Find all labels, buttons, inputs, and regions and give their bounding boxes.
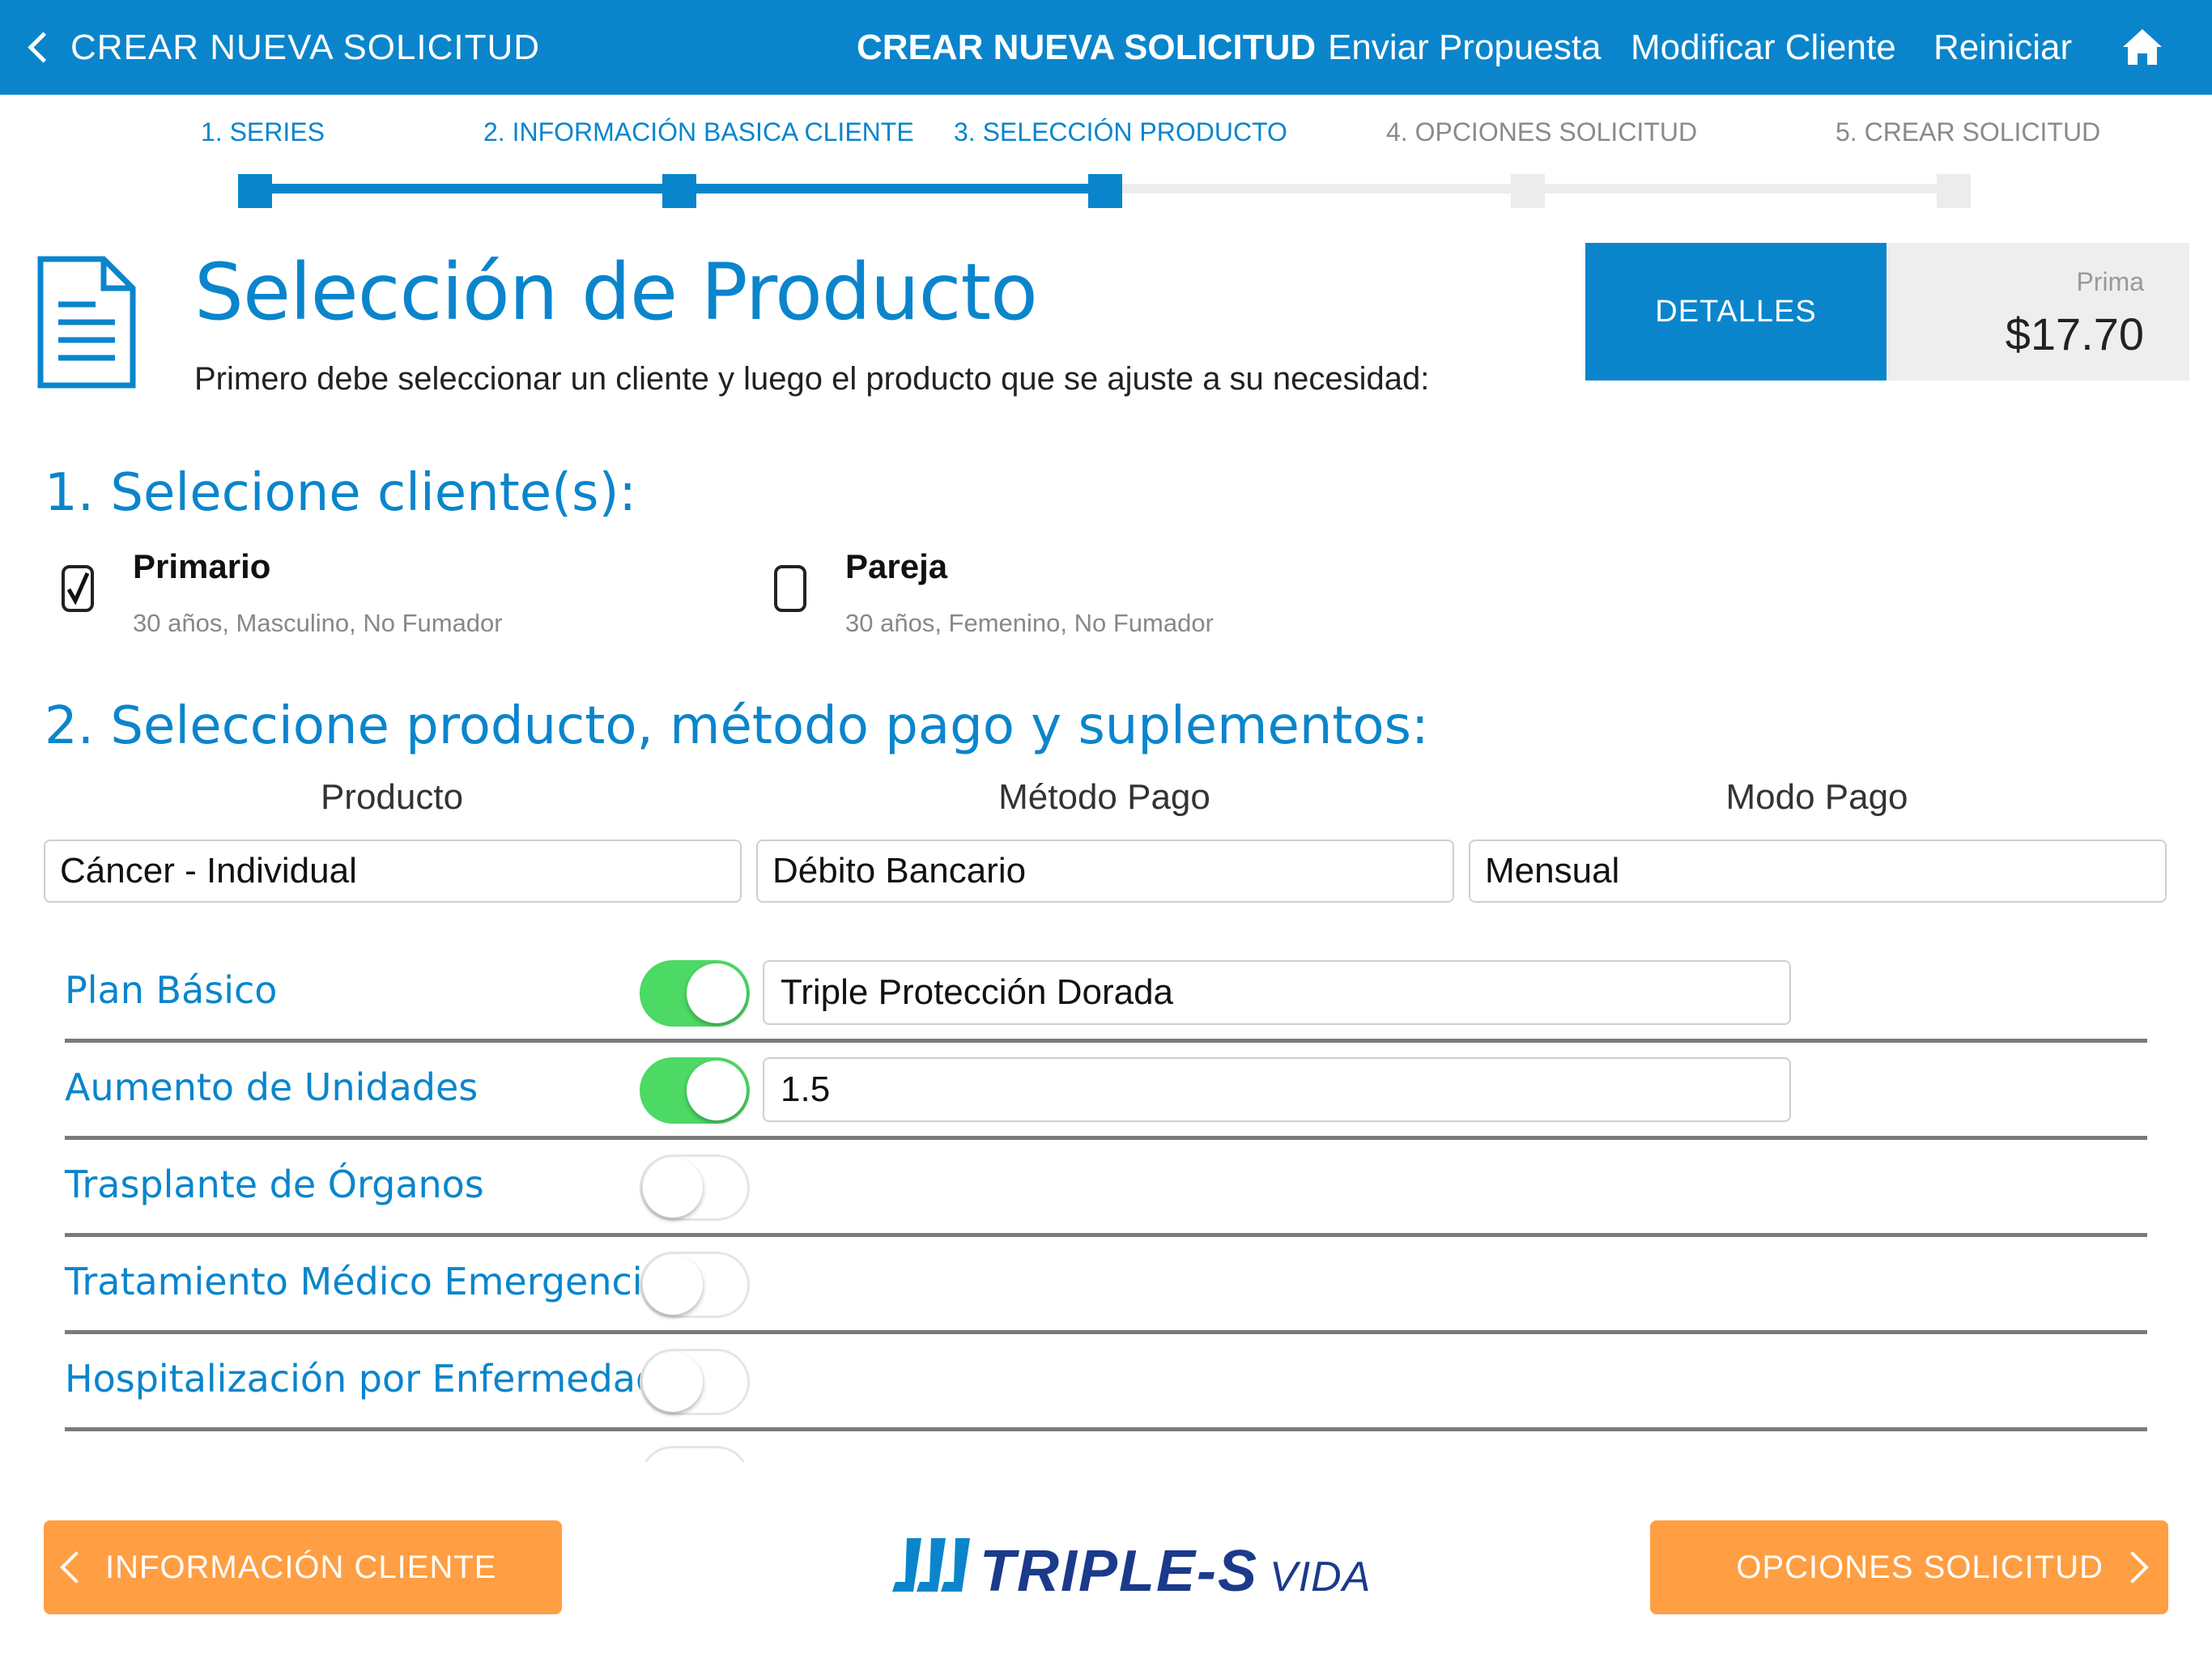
partner-client-description: 30 años, Femenino, No Fumador bbox=[845, 609, 1214, 637]
toggle-knob bbox=[643, 1352, 703, 1412]
stepper-node bbox=[662, 174, 696, 208]
toggle-knob bbox=[687, 1061, 747, 1120]
step-series[interactable]: 1. SERIES bbox=[201, 117, 325, 147]
supplement-label-hospitalization: Hospitalización por Enfermedad bbox=[65, 1357, 660, 1401]
scroll-clipped-row bbox=[632, 1438, 761, 1462]
emergency-treatment-toggle[interactable] bbox=[640, 1252, 750, 1318]
step-create-request[interactable]: 5. CREAR SOLICITUD bbox=[1836, 117, 2100, 147]
premium-value: $17.70 bbox=[2005, 308, 2144, 359]
basic-plan-toggle[interactable] bbox=[640, 960, 750, 1027]
row-divider bbox=[65, 1136, 2147, 1140]
clients-heading: 1. Selecione cliente(s): bbox=[45, 463, 636, 523]
organ-transplant-toggle[interactable] bbox=[640, 1154, 750, 1221]
partner-client-checkbox[interactable] bbox=[774, 565, 806, 612]
hospitalization-toggle[interactable] bbox=[640, 1349, 750, 1415]
step-basic-info[interactable]: 2. INFORMACIÓN BASICA CLIENTE bbox=[483, 117, 914, 147]
home-icon[interactable] bbox=[2121, 28, 2163, 66]
primary-client-name: Primario bbox=[133, 547, 271, 585]
page-subtitle: Primero debe seleccionar un cliente y lu… bbox=[194, 361, 1430, 397]
step-request-options[interactable]: 4. OPCIONES SOLICITUD bbox=[1386, 117, 1697, 147]
back-button[interactable]: CREAR NUEVA SOLICITUD bbox=[23, 0, 540, 95]
next-request-options-button[interactable]: OPCIONES SOLICITUD bbox=[1650, 1520, 2168, 1614]
partner-client-name: Pareja bbox=[845, 547, 948, 585]
top-navigation-bar: CREAR NUEVA SOLICITUD CREAR NUEVA SOLICI… bbox=[0, 0, 2212, 95]
basic-plan-input[interactable]: Triple Protección Dorada bbox=[763, 960, 1791, 1025]
toggle-knob bbox=[687, 963, 747, 1023]
supplement-label-basic-plan: Plan Básico bbox=[65, 968, 278, 1012]
chevron-left-icon bbox=[60, 1551, 92, 1584]
premium-box: Prima $17.70 bbox=[1887, 243, 2189, 380]
logo-sub-text: VIDA bbox=[1270, 1554, 1372, 1601]
next-button-label: OPCIONES SOLICITUD bbox=[1736, 1549, 2104, 1585]
document-icon bbox=[37, 256, 136, 389]
unit-increase-input[interactable]: 1.5 bbox=[763, 1057, 1791, 1122]
page-title: Selección de Producto bbox=[194, 247, 1038, 338]
supplement-label-unit-increase: Aumento de Unidades bbox=[65, 1065, 479, 1109]
checkmark-icon bbox=[66, 572, 90, 606]
product-select[interactable]: Cáncer - Individual bbox=[44, 840, 742, 903]
logo-main-text: TRIPLE-S bbox=[980, 1539, 1259, 1604]
reset-link[interactable]: Reiniciar bbox=[1933, 0, 2072, 95]
primary-client-description: 30 años, Masculino, No Fumador bbox=[133, 609, 503, 637]
row-divider bbox=[65, 1233, 2147, 1237]
details-button[interactable]: DETALLES bbox=[1585, 243, 1887, 380]
stepper-node bbox=[1088, 174, 1122, 208]
stepper-node bbox=[1937, 174, 1971, 208]
stepper-node bbox=[1511, 174, 1545, 208]
triple-s-logo-icon bbox=[892, 1538, 970, 1592]
previous-client-info-button[interactable]: INFORMACIÓN CLIENTE bbox=[44, 1520, 562, 1614]
payment-mode-column-label: Modo Pago bbox=[1725, 777, 1908, 817]
primary-client-checkbox[interactable] bbox=[62, 565, 94, 612]
payment-method-column-label: Método Pago bbox=[998, 777, 1210, 817]
row-divider bbox=[65, 1427, 2147, 1431]
step-product-selection[interactable]: 3. SELECCIÓN PRODUCTO bbox=[954, 117, 1287, 147]
payment-mode-select[interactable]: Mensual bbox=[1469, 840, 2167, 903]
previous-button-label: INFORMACIÓN CLIENTE bbox=[105, 1549, 497, 1585]
payment-method-select[interactable]: Débito Bancario bbox=[756, 840, 1454, 903]
chevron-right-icon bbox=[2116, 1551, 2149, 1584]
stepper-node bbox=[238, 174, 272, 208]
modify-client-link[interactable]: Modificar Cliente bbox=[1631, 0, 1896, 95]
header-title: CREAR NUEVA SOLICITUD bbox=[857, 28, 1317, 67]
row-divider bbox=[65, 1330, 2147, 1334]
send-proposal-link[interactable]: Enviar Propuesta bbox=[1328, 0, 1602, 95]
supplement-label-organ-transplant: Trasplante de Órganos bbox=[65, 1163, 484, 1206]
unit-increase-toggle[interactable] bbox=[640, 1057, 750, 1124]
toggle-knob bbox=[643, 1255, 703, 1315]
back-button-label: CREAR NUEVA SOLICITUD bbox=[70, 27, 541, 67]
chevron-left-icon bbox=[28, 32, 59, 63]
row-divider bbox=[65, 1039, 2147, 1043]
supplement-label-emergency-treatment: Tratamiento Médico Emergencia bbox=[65, 1260, 666, 1303]
product-heading: 2. Seleccione producto, método pago y su… bbox=[45, 696, 1429, 756]
product-column-label: Producto bbox=[320, 777, 464, 817]
toggle-knob bbox=[643, 1158, 703, 1218]
premium-label: Prima bbox=[2076, 267, 2144, 296]
triple-s-vida-logo: TRIPLE-S VIDA bbox=[980, 1538, 1371, 1605]
